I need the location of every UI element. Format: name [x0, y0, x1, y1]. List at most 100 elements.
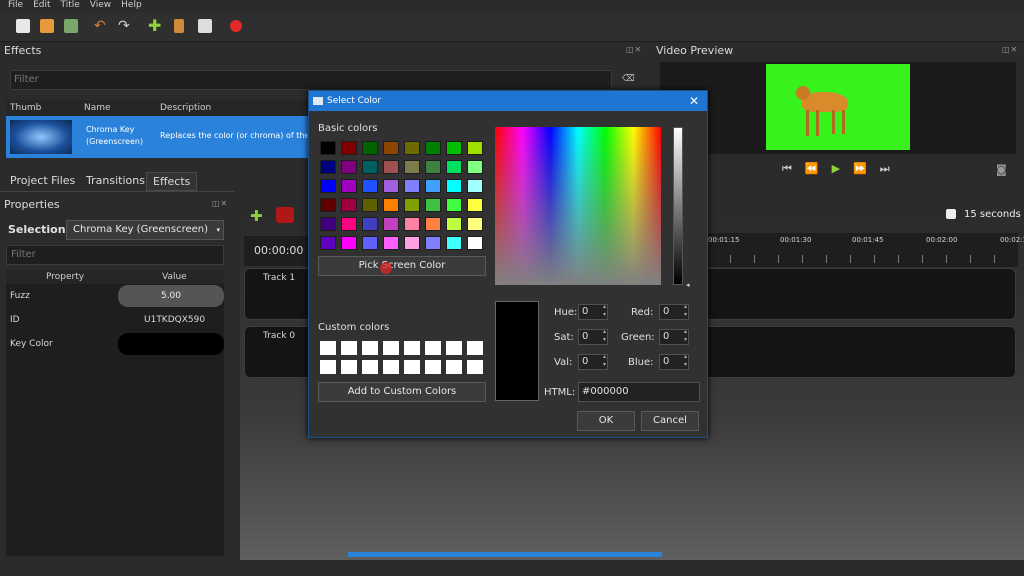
basic-color-swatch[interactable]	[467, 141, 483, 155]
effects-filter-input[interactable]: Filter	[10, 70, 612, 90]
basic-color-swatch[interactable]	[467, 160, 483, 174]
basic-color-swatch[interactable]	[383, 179, 399, 193]
snap-icon[interactable]	[276, 207, 294, 223]
basic-color-swatch[interactable]	[362, 160, 378, 174]
custom-color-swatch[interactable]	[425, 341, 441, 355]
basic-color-swatch[interactable]	[404, 198, 420, 212]
basic-color-swatch[interactable]	[383, 236, 399, 250]
properties-filter-input[interactable]: Filter	[6, 245, 224, 265]
basic-color-swatch[interactable]	[404, 217, 420, 231]
basic-color-swatch[interactable]	[425, 160, 441, 174]
save-project-icon[interactable]	[64, 19, 78, 33]
add-to-custom-colors-button[interactable]: Add to Custom Colors	[318, 382, 486, 402]
basic-color-swatch[interactable]	[446, 160, 462, 174]
custom-color-swatch[interactable]	[446, 341, 462, 355]
cancel-button[interactable]: Cancel	[641, 411, 699, 431]
tab-project-files[interactable]: Project Files	[10, 174, 75, 187]
basic-color-swatch[interactable]	[467, 179, 483, 193]
timeline-ruler[interactable]: 00:01:15 00:01:30 00:01:45 00:02:00 00:0…	[706, 233, 1024, 267]
import-files-icon[interactable]: ✚	[148, 18, 162, 34]
basic-color-swatch[interactable]	[383, 160, 399, 174]
selection-dropdown[interactable]: Chroma Key (Greenscreen) ▾	[66, 220, 224, 240]
tab-effects[interactable]: Effects	[146, 172, 198, 191]
jump-end-icon[interactable]: ⏭	[880, 162, 890, 176]
key-color-swatch[interactable]	[118, 333, 224, 355]
basic-color-swatch[interactable]	[320, 236, 336, 250]
property-row-key-color[interactable]: Key Color	[6, 332, 224, 356]
timeline-scrollbar[interactable]	[348, 552, 662, 557]
sat-input[interactable]: 0	[578, 328, 608, 345]
value-slider[interactable]	[673, 127, 683, 285]
new-project-icon[interactable]	[16, 19, 30, 33]
basic-color-swatch[interactable]	[425, 141, 441, 155]
hue-saturation-picker[interactable]	[495, 127, 661, 285]
effect-row-chroma-key[interactable]: Chroma Key (Greenscreen) Replaces the co…	[6, 116, 309, 158]
property-row-id[interactable]: ID U1TKDQX590	[6, 308, 224, 332]
open-project-icon[interactable]	[40, 19, 54, 33]
menu-edit[interactable]: Edit	[33, 0, 50, 12]
tab-transitions[interactable]: Transitions	[86, 174, 145, 187]
basic-color-swatch[interactable]	[341, 198, 357, 212]
menu-view[interactable]: View	[90, 0, 111, 12]
hue-input[interactable]: 0	[578, 303, 608, 320]
custom-color-swatch[interactable]	[383, 341, 399, 355]
menu-file[interactable]: File	[8, 0, 23, 12]
basic-color-swatch[interactable]	[320, 179, 336, 193]
play-icon[interactable]: ▶	[832, 162, 840, 176]
basic-color-swatch[interactable]	[446, 217, 462, 231]
jump-start-icon[interactable]: ⏮	[782, 162, 792, 176]
custom-color-swatch[interactable]	[467, 360, 483, 374]
basic-color-swatch[interactable]	[362, 179, 378, 193]
pick-screen-color-button[interactable]: Pick Screen Color	[318, 256, 486, 276]
basic-color-swatch[interactable]	[362, 141, 378, 155]
export-video-icon[interactable]	[230, 20, 242, 32]
custom-color-swatch[interactable]	[362, 360, 378, 374]
basic-color-swatch[interactable]	[404, 236, 420, 250]
custom-color-swatch[interactable]	[362, 341, 378, 355]
profile-icon[interactable]	[174, 19, 184, 33]
ok-button[interactable]: OK	[577, 411, 635, 431]
menu-title[interactable]: Title	[61, 0, 80, 12]
html-color-input[interactable]: #000000	[578, 382, 700, 402]
basic-color-swatch[interactable]	[320, 217, 336, 231]
close-icon[interactable]: ✕	[689, 91, 699, 111]
custom-color-swatch[interactable]	[341, 341, 357, 355]
basic-color-swatch[interactable]	[362, 236, 378, 250]
basic-color-swatch[interactable]	[446, 198, 462, 212]
basic-color-swatch[interactable]	[320, 160, 336, 174]
basic-color-swatch[interactable]	[425, 236, 441, 250]
custom-color-swatch[interactable]	[404, 360, 420, 374]
basic-color-swatch[interactable]	[446, 236, 462, 250]
basic-color-swatch[interactable]	[404, 141, 420, 155]
custom-color-swatch[interactable]	[383, 360, 399, 374]
zoom-checkbox[interactable]	[946, 209, 956, 219]
add-track-icon[interactable]: ✚	[250, 207, 263, 225]
basic-color-swatch[interactable]	[425, 217, 441, 231]
basic-color-swatch[interactable]	[425, 198, 441, 212]
rewind-icon[interactable]: ⏪	[805, 162, 819, 176]
property-row-fuzz[interactable]: Fuzz 5.00	[6, 284, 224, 308]
basic-color-swatch[interactable]	[341, 236, 357, 250]
basic-color-swatch[interactable]	[341, 179, 357, 193]
preview-dock-icon[interactable]: ◫✕	[1002, 45, 1018, 54]
properties-dock-icon[interactable]: ◫✕	[212, 199, 228, 208]
custom-color-swatch[interactable]	[467, 341, 483, 355]
basic-color-swatch[interactable]	[404, 160, 420, 174]
value-slider-handle-icon[interactable]: ◂	[686, 281, 690, 289]
menu-help[interactable]: Help	[121, 0, 142, 12]
custom-color-swatch[interactable]	[404, 341, 420, 355]
basic-color-swatch[interactable]	[467, 217, 483, 231]
basic-color-swatch[interactable]	[341, 160, 357, 174]
custom-color-swatch[interactable]	[425, 360, 441, 374]
undo-icon[interactable]: ↶	[94, 19, 108, 33]
basic-color-swatch[interactable]	[425, 179, 441, 193]
clear-filter-icon[interactable]: ⌫	[622, 74, 635, 84]
basic-color-swatch[interactable]	[446, 179, 462, 193]
basic-color-swatch[interactable]	[362, 198, 378, 212]
basic-color-swatch[interactable]	[341, 217, 357, 231]
blue-input[interactable]: 0	[659, 353, 689, 370]
basic-color-swatch[interactable]	[383, 217, 399, 231]
fuzz-value-slider[interactable]: 5.00	[118, 285, 224, 307]
effects-dock-icon[interactable]: ◫✕	[626, 45, 642, 54]
redo-icon[interactable]: ↷	[118, 19, 132, 33]
